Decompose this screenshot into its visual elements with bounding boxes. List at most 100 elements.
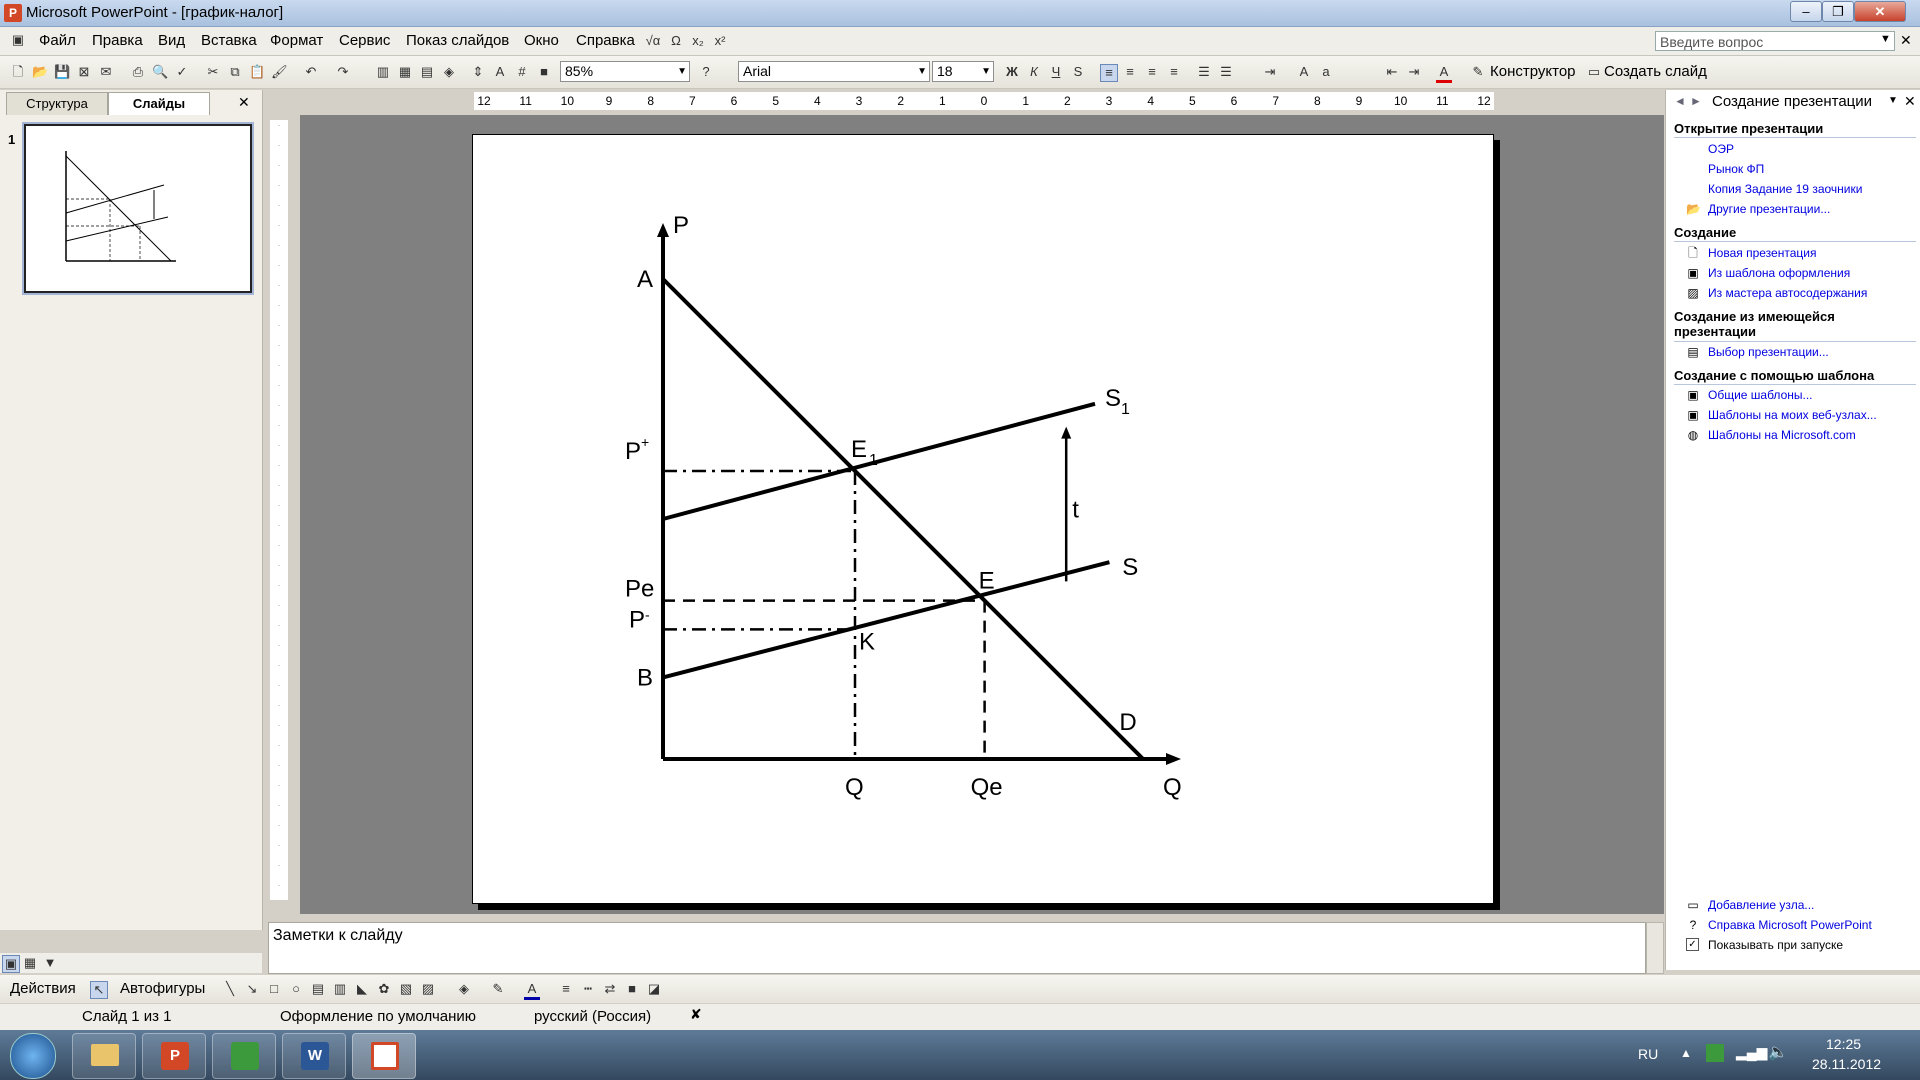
show-grid-icon[interactable]: # (514, 64, 530, 80)
maximize-button[interactable]: ❐ (1822, 1, 1854, 22)
justify-icon[interactable]: ≡ (1166, 64, 1182, 80)
font-size-select[interactable]: 18 ▼ (932, 61, 994, 82)
undo-icon[interactable]: ↶ (303, 64, 319, 80)
decrease-font-icon[interactable]: a (1318, 64, 1334, 80)
spelling-icon[interactable]: ✓ (174, 64, 190, 80)
spellcheck-status-icon[interactable]: ✘ (690, 1006, 702, 1023)
slide-thumbnail[interactable] (22, 122, 254, 295)
help-question-input[interactable]: Введите вопрос (1655, 31, 1895, 51)
notes-scrollbar[interactable] (1646, 922, 1664, 974)
network-icon[interactable]: ▂▄▆ (1736, 1044, 1767, 1061)
chevron-down-icon[interactable]: ▼ (1888, 95, 1898, 106)
slide-notes[interactable]: Заметки к слайду (268, 922, 1646, 974)
link-general-templates[interactable]: Общие шаблоны... (1708, 388, 1813, 402)
dash-style-icon[interactable]: ┅ (580, 981, 596, 997)
clipart-tool-icon[interactable]: ✿ (376, 981, 392, 997)
increase-indent-icon[interactable]: ⇥ (1406, 64, 1422, 80)
cut-icon[interactable]: ✂ (205, 64, 221, 80)
underline-icon[interactable]: Ч (1048, 64, 1064, 80)
insert-image-icon[interactable]: ▨ (420, 981, 436, 997)
indent-icon[interactable]: ⇥ (1262, 64, 1278, 80)
help-dropdown-icon[interactable]: ▼ (1880, 33, 1891, 45)
new-slide-button[interactable]: Создать слайд (1604, 63, 1707, 80)
line-style-icon[interactable]: ≡ (558, 981, 574, 997)
menu-help[interactable]: Справка (576, 32, 635, 49)
actions-menu[interactable]: Действия (10, 980, 76, 997)
menu-format[interactable]: Формат (270, 32, 323, 49)
forward-arrow-icon[interactable]: ► (1690, 94, 1702, 108)
link-recent-2[interactable]: Рынок ФП (1708, 162, 1764, 176)
increase-font-icon[interactable]: A (1296, 64, 1312, 80)
powerpoint-taskbar-icon[interactable]: P (142, 1033, 206, 1079)
tab-outline[interactable]: Структура (6, 92, 108, 115)
omega-icon[interactable]: Ω (668, 33, 684, 49)
print-icon[interactable]: ⎙ (130, 64, 146, 80)
close-window-button[interactable]: ✕ (1854, 1, 1906, 22)
align-center-icon[interactable]: ≡ (1122, 64, 1138, 80)
close-pane-icon[interactable]: ✕ (1904, 93, 1916, 110)
align-left-icon[interactable]: ≡ (1100, 64, 1118, 82)
explorer-taskbar-icon[interactable] (72, 1033, 136, 1079)
line-tool-icon[interactable]: ╲ (222, 981, 238, 997)
arrow-tool-icon[interactable]: ↘ (244, 981, 260, 997)
link-new-presentation[interactable]: Новая презентация (1708, 246, 1816, 260)
show-hidden-icons-icon[interactable]: ▲ (1680, 1046, 1692, 1060)
expand-all-icon[interactable]: ⇕ (470, 64, 486, 80)
insert-table-icon[interactable]: ▦ (397, 64, 413, 80)
select-pointer-icon[interactable]: ↖ (90, 981, 108, 999)
menu-insert[interactable]: Вставка (201, 32, 257, 49)
link-from-design-template[interactable]: Из шаблона оформления (1708, 266, 1850, 280)
menu-edit[interactable]: Правка (92, 32, 143, 49)
powerpoint-app-icon[interactable]: P (4, 4, 22, 22)
wordart-tool-icon[interactable]: ▥ (332, 981, 348, 997)
link-add-place[interactable]: Добавление узла... (1708, 898, 1814, 912)
textbox-tool-icon[interactable]: ▤ (310, 981, 326, 997)
superscript-icon[interactable]: x² (712, 33, 728, 49)
slide-sorter-icon[interactable]: ▦ (22, 955, 38, 971)
document-icon[interactable]: ▣ (10, 32, 26, 48)
copy-icon[interactable]: ⧉ (227, 64, 243, 80)
link-recent-3[interactable]: Копия Задание 19 заочники (1708, 182, 1862, 196)
font-color-icon[interactable]: A (1436, 64, 1452, 83)
link-powerpoint-help[interactable]: Справка Microsoft PowerPoint (1708, 918, 1872, 932)
menu-tools[interactable]: Сервис (339, 32, 390, 49)
paste-icon[interactable]: 📋 (249, 64, 265, 80)
zoom-select[interactable]: 85% ▼ (560, 61, 690, 82)
color-grayscale-icon[interactable]: ■ (536, 64, 552, 80)
bold-icon[interactable]: Ж (1004, 64, 1020, 80)
rectangle-tool-icon[interactable]: □ (266, 981, 282, 997)
font-color-icon[interactable]: A (524, 981, 540, 1000)
fill-color-icon[interactable]: ◈ (456, 981, 472, 997)
insert-diagram-icon[interactable]: ◈ (441, 64, 457, 80)
redo-icon[interactable]: ↷ (335, 64, 351, 80)
link-web-templates[interactable]: Шаблоны на моих веб-узлах... (1708, 408, 1877, 422)
link-choose-presentation[interactable]: Выбор презентации... (1708, 345, 1829, 359)
input-language[interactable]: RU (1638, 1046, 1658, 1062)
shadow-icon[interactable]: S (1070, 64, 1086, 80)
bullets-icon[interactable]: ☰ (1218, 64, 1234, 80)
word-taskbar-icon[interactable]: W (282, 1033, 346, 1079)
open-icon[interactable]: 📂 (32, 64, 48, 80)
oval-tool-icon[interactable]: ○ (288, 981, 304, 997)
print-preview-icon[interactable]: 🔍 (152, 64, 168, 80)
save-icon[interactable]: 💾 (54, 64, 70, 80)
diagram-tool-icon[interactable]: ◣ (354, 981, 370, 997)
align-right-icon[interactable]: ≡ (1144, 64, 1160, 80)
designer-button[interactable]: Конструктор (1490, 63, 1576, 80)
permission-icon[interactable]: ⊠ (76, 64, 92, 80)
line-color-icon[interactable]: ✎ (490, 981, 506, 997)
tab-slides[interactable]: Слайды (108, 92, 210, 115)
show-at-startup-checkbox[interactable]: ✓ (1686, 938, 1699, 951)
subscript-icon[interactable]: x₂ (690, 33, 706, 49)
close-doc-icon[interactable]: ✕ (1900, 32, 1912, 49)
normal-view-icon[interactable]: ▣ (2, 955, 20, 973)
slide-canvas[interactable]: P Q A B D S S 1 E 1 E Kt P + Pe P - Q Qe (472, 134, 1494, 904)
show-formatting-icon[interactable]: A (492, 64, 508, 80)
link-recent-1[interactable]: ОЭР (1708, 142, 1734, 156)
minimize-button[interactable]: – (1790, 1, 1822, 22)
menu-file[interactable]: Файл (39, 32, 76, 49)
help-icon[interactable]: ? (698, 64, 714, 80)
numbering-icon[interactable]: ☰ (1196, 64, 1212, 80)
decrease-indent-icon[interactable]: ⇤ (1384, 64, 1400, 80)
link-other-presentations[interactable]: Другие презентации... (1708, 202, 1830, 216)
